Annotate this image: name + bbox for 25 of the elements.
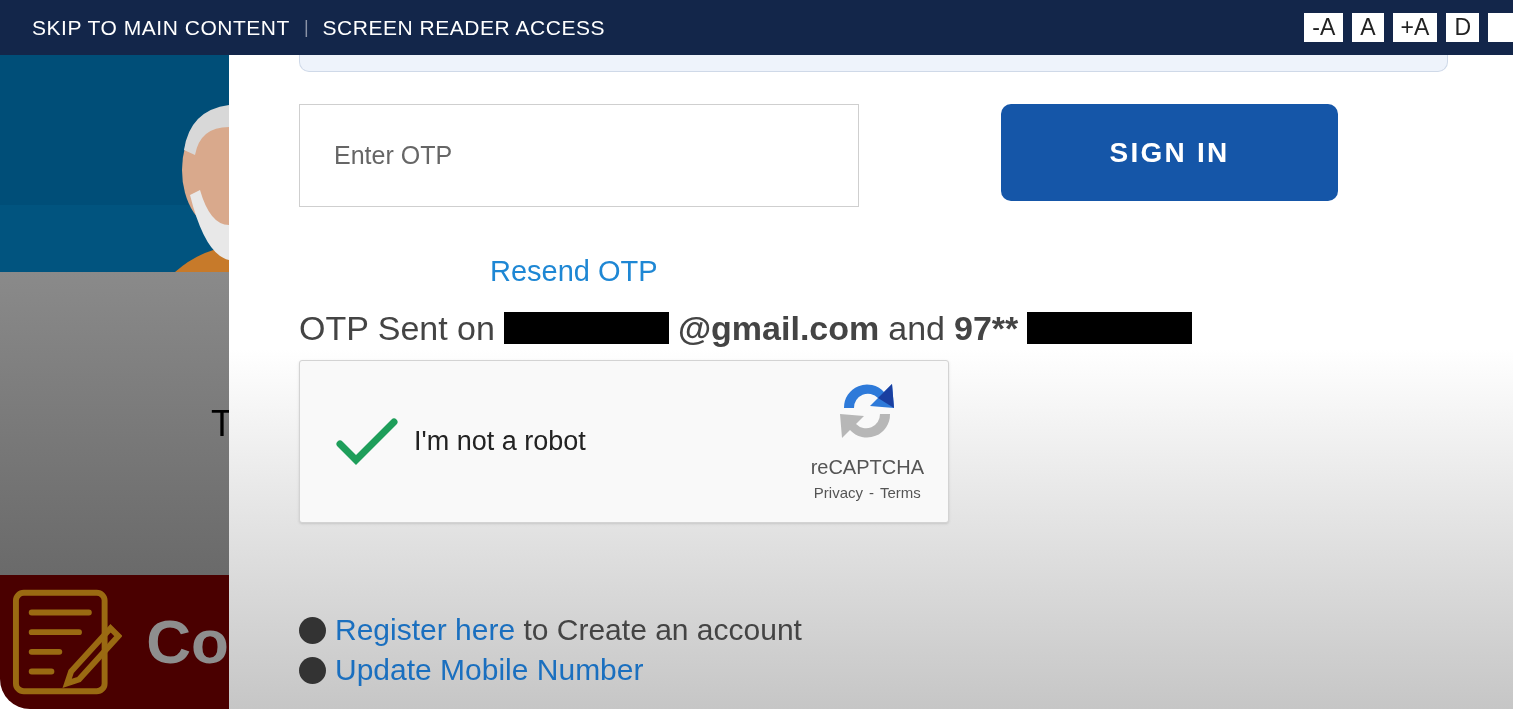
screen-reader-link[interactable]: SCREEN READER ACCESS [322,11,605,44]
font-size-button[interactable]: A [1352,13,1384,42]
bullet-icon [299,616,326,644]
recaptcha-brand: reCAPTCHA [810,455,924,481]
bullet-icon [299,656,326,684]
separator: | [303,16,309,39]
otp-sent-text: OTP Sent on [299,311,495,345]
terms-link[interactable]: Terms [880,482,921,505]
notepad-icon [12,588,123,696]
font-size-button[interactable]: D [1446,13,1479,42]
skip-link[interactable]: SKIP TO MAIN CONTENT [32,11,290,44]
separator: - [869,483,874,504]
privacy-link[interactable]: Privacy [813,482,863,505]
contact-text: @gmail.com [677,311,880,345]
otp-sent-text: and [888,311,945,345]
font-size-button[interactable]: -A [1304,13,1344,42]
register-text: Register here to Create an account [335,615,802,645]
font-size-button[interactable]: +A [1392,13,1438,42]
checkmark-icon[interactable] [336,417,398,466]
otp-input-field[interactable]: Enter OTP [299,104,859,207]
resend-otp-link[interactable]: Resend OTP [490,257,1513,286]
sign-in-button[interactable]: SIGN IN [1001,104,1338,201]
captcha-label: I'm not a robot [414,425,586,459]
tile-text: Co [146,611,229,673]
contact-text: 97** [954,311,1019,345]
